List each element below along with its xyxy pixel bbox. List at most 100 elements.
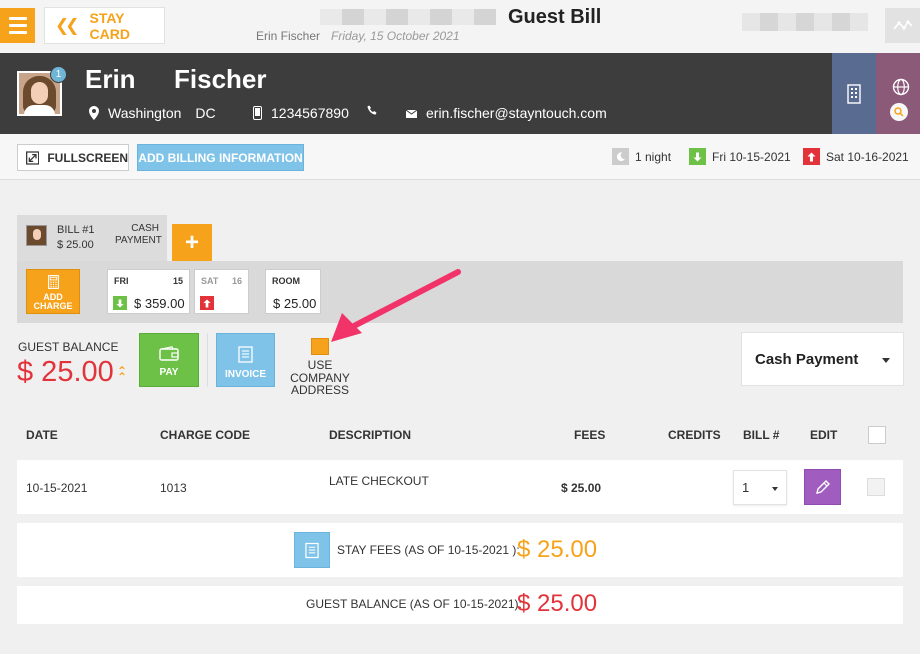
nights-indicator: 1 night bbox=[612, 148, 671, 165]
location-pin-icon bbox=[89, 106, 99, 120]
page-title: Guest Bill bbox=[508, 6, 602, 28]
row-checkbox[interactable] bbox=[867, 478, 885, 496]
travel-agent-card-tab[interactable] bbox=[876, 53, 920, 134]
redacted-text bbox=[742, 13, 868, 31]
search-icon bbox=[890, 103, 908, 121]
select-all-checkbox[interactable] bbox=[868, 426, 886, 444]
invoice-label: INVOICE bbox=[224, 369, 267, 380]
invoice-button[interactable]: INVOICE bbox=[216, 333, 275, 387]
add-billing-info-button[interactable]: ADD BILLING INFORMATION bbox=[137, 144, 304, 171]
pay-label: PAY bbox=[159, 367, 179, 378]
bill-payment-type: CASH PAYMENT bbox=[115, 223, 162, 246]
column-header-description: DESCRIPTION bbox=[329, 428, 412, 442]
guest-state: DC bbox=[195, 105, 216, 121]
mail-icon bbox=[406, 109, 417, 118]
guest-city: Washington bbox=[108, 105, 182, 121]
fullscreen-label: FULLSCREEN bbox=[47, 150, 128, 165]
arrival-label: Fri 10-15-2021 bbox=[712, 149, 791, 164]
arrow-down-icon bbox=[689, 148, 706, 165]
departure-date: Sat 10-16-2021 bbox=[803, 148, 909, 165]
bill-tab-1[interactable]: BILL #1 $ 25.00 CASH PAYMENT bbox=[17, 215, 167, 261]
stay-card-label: STAY CARD bbox=[89, 9, 130, 42]
date-card-num: 16 bbox=[231, 276, 242, 286]
caret-down-icon bbox=[772, 487, 778, 491]
guest-phone: 1234567890 bbox=[271, 105, 349, 121]
guest-email-link[interactable]: erin.fischer@stayntouch.com bbox=[406, 105, 607, 121]
guest-balance-summary-label: GUEST BALANCE (AS OF 10-15-2021): bbox=[306, 597, 522, 611]
add-charge-button[interactable]: ADD CHARGE bbox=[26, 269, 80, 314]
calculator-icon bbox=[47, 275, 59, 289]
top-bar: ❮❮ STAY CARD Guest Bill Erin Fischer Fri… bbox=[0, 0, 920, 53]
building-icon bbox=[847, 83, 861, 104]
date-card-day: SAT bbox=[201, 276, 219, 286]
guest-phone-call[interactable] bbox=[367, 105, 387, 116]
use-company-address-label: USE COMPANY ADDRESS bbox=[290, 358, 350, 397]
company-card-tab[interactable] bbox=[832, 53, 876, 134]
invoice-icon bbox=[305, 542, 319, 558]
date-card-amount: $ 359.00 bbox=[134, 296, 185, 311]
arrow-down-icon bbox=[113, 296, 127, 310]
activity-log-button[interactable] bbox=[885, 8, 920, 43]
caret-down-icon bbox=[882, 358, 890, 363]
departure-label: Sat 10-16-2021 bbox=[826, 149, 909, 164]
payment-method-select[interactable]: Cash Payment bbox=[741, 332, 904, 386]
menu-button[interactable] bbox=[0, 8, 35, 43]
guest-balance-value: $ 25.00 bbox=[17, 356, 114, 388]
guest-last-name: Fischer bbox=[174, 64, 267, 94]
stay-fees-invoice-button[interactable] bbox=[294, 532, 330, 568]
invoice-icon bbox=[238, 346, 253, 363]
subtitle-guest-name: Erin Fischer bbox=[256, 29, 321, 43]
guest-balance-label: GUEST BALANCE bbox=[18, 340, 119, 354]
arrow-up-icon bbox=[803, 148, 820, 165]
guest-count-badge: 1 bbox=[50, 66, 67, 83]
row-fees: $ 25.00 bbox=[561, 481, 602, 495]
bill-number: BILL #1 bbox=[57, 224, 95, 236]
stay-card-button[interactable]: ❮❮ STAY CARD bbox=[44, 7, 165, 44]
date-card-sat[interactable]: SAT 16 bbox=[194, 269, 249, 314]
row-description: LATE CHECKOUT bbox=[329, 474, 429, 488]
redacted-text bbox=[320, 9, 496, 25]
guest-email: erin.fischer@stayntouch.com bbox=[426, 105, 607, 121]
guest-balance-summary-value: $ 25.00 bbox=[517, 590, 598, 617]
activity-icon bbox=[892, 19, 913, 30]
arrival-date: Fri 10-15-2021 bbox=[689, 148, 791, 165]
hamburger-icon bbox=[8, 17, 27, 20]
stay-fees-label: STAY FEES (AS OF 10-15-2021 ): bbox=[337, 543, 520, 557]
row-charge-code: 1013 bbox=[160, 481, 187, 495]
expand-icon bbox=[26, 150, 40, 165]
column-header-fees: FEES bbox=[574, 428, 606, 442]
bill-toolbar: FULLSCREEN ADD BILLING INFORMATION 1 nig… bbox=[0, 134, 920, 180]
row-date: 10-15-2021 bbox=[26, 481, 88, 495]
double-chevron-up-icon[interactable]: ⌃ ⌃ bbox=[117, 365, 127, 383]
guest-header: 1 Erin Fischer Washington DC 1234567890 … bbox=[0, 53, 920, 143]
globe-icon bbox=[892, 78, 910, 96]
add-bill-button[interactable]: + bbox=[172, 224, 212, 261]
guest-mobile[interactable]: 1234567890 bbox=[253, 105, 349, 121]
fullscreen-button[interactable]: FULLSCREEN bbox=[17, 144, 129, 171]
date-card-day: FRI bbox=[114, 276, 129, 286]
column-header-charge-code: CHARGE CODE bbox=[160, 428, 251, 442]
moon-icon bbox=[612, 148, 629, 165]
stay-fees-value: $ 25.00 bbox=[517, 536, 598, 563]
row-bill-value: 1 bbox=[742, 480, 750, 495]
date-card-amount: $ 25.00 bbox=[273, 296, 317, 311]
row-edit-button[interactable] bbox=[804, 469, 841, 505]
mobile-phone-icon bbox=[253, 106, 262, 120]
column-header-edit: EDIT bbox=[810, 428, 838, 442]
arrow-up-icon bbox=[200, 296, 214, 310]
use-company-address-checkbox[interactable] bbox=[311, 338, 329, 355]
column-header-date: DATE bbox=[26, 428, 58, 442]
divider bbox=[207, 333, 208, 387]
bill-guest-avatar bbox=[26, 225, 47, 246]
pay-button[interactable]: PAY bbox=[139, 333, 199, 387]
column-header-bill: BILL # bbox=[743, 428, 780, 442]
row-bill-select[interactable]: 1 bbox=[733, 470, 787, 505]
guest-location: Washington DC bbox=[89, 105, 216, 121]
guest-first-name: Erin bbox=[85, 64, 136, 94]
double-chevron-left-icon: ❮❮ bbox=[55, 15, 79, 35]
subtitle-date: Friday, 15 October 2021 bbox=[331, 29, 460, 43]
date-card-fri[interactable]: FRI 15 $ 359.00 bbox=[107, 269, 190, 314]
date-card-num: 15 bbox=[172, 276, 183, 286]
payment-method-value: Cash Payment bbox=[755, 350, 859, 368]
date-card-room[interactable]: ROOM $ 25.00 bbox=[265, 269, 321, 314]
